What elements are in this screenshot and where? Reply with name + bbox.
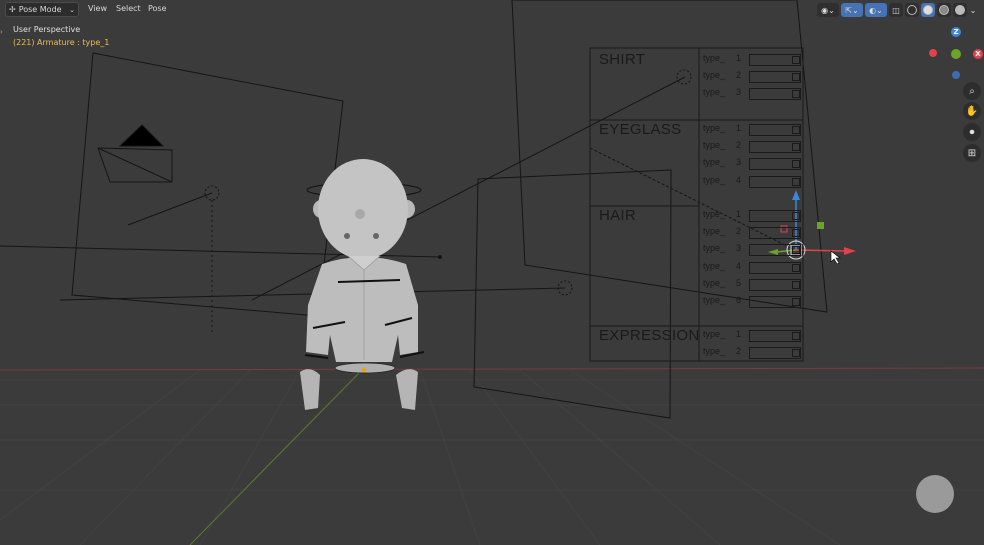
type-toggle[interactable] <box>792 160 800 169</box>
type-number: 3 <box>736 157 742 168</box>
grid-icon[interactable]: ⊞ <box>963 144 981 162</box>
type-label: type_ <box>703 70 726 81</box>
type-toggle[interactable] <box>792 126 800 134</box>
type-number: 2 <box>736 226 742 237</box>
type-toggle[interactable] <box>792 56 800 64</box>
menu-select[interactable]: Select <box>116 4 141 13</box>
type-label: type_ <box>703 87 726 98</box>
3d-viewport[interactable]: SHIRT EYEGLASS HAIR EXPRESSION type_ 1 typ… <box>0 0 984 545</box>
type-number: 6 <box>736 295 742 305</box>
xray-icon[interactable]: ◫ <box>889 3 903 17</box>
type-number: 1 <box>736 329 742 339</box>
section-label-shirt: SHIRT <box>599 51 646 68</box>
gizmo-y-axis[interactable] <box>951 49 961 59</box>
zoom-icon[interactable]: ⌕ <box>963 82 981 100</box>
type-toggle[interactable] <box>792 280 800 289</box>
hand-icon[interactable]: ✋ <box>963 102 981 120</box>
pose-mode-icon: ✢ <box>9 5 16 14</box>
type-toggle[interactable] <box>792 90 800 99</box>
gizmo-z-axis[interactable]: Z <box>951 27 961 37</box>
mode-dropdown[interactable]: ✢ Pose Mode ⌄ <box>5 2 79 17</box>
type-label: type_ <box>703 157 726 168</box>
type-label: type_ <box>703 53 726 63</box>
menu-pose[interactable]: Pose <box>148 4 167 13</box>
type-number: 2 <box>736 70 742 81</box>
type-toggle[interactable] <box>792 212 800 220</box>
type-toggle[interactable] <box>792 73 800 82</box>
sidebar-expand-icon[interactable]: › <box>0 28 3 36</box>
type-label: type_ <box>703 243 726 254</box>
type-label: type_ <box>703 226 726 237</box>
type-label: type_ <box>703 174 726 185</box>
type-number: 4 <box>736 260 742 271</box>
type-toggle[interactable] <box>792 332 800 340</box>
gizmo-neg-z-axis[interactable] <box>952 71 960 79</box>
chevron-down-icon: ⌄ <box>69 5 75 14</box>
view-name: User Perspective <box>13 25 81 34</box>
type-number: 4 <box>736 174 742 185</box>
type-label: type_ <box>703 209 726 219</box>
camera-icon[interactable]: ⏺ <box>963 123 981 141</box>
type-toggle[interactable] <box>792 349 800 358</box>
type-number: 3 <box>736 243 742 254</box>
gizmo-x-axis[interactable]: X <box>973 49 983 59</box>
type-number: 2 <box>736 140 742 151</box>
overlay-icon[interactable]: ◐⌄ <box>865 3 887 17</box>
type-label: type_ <box>703 140 726 151</box>
gizmo-icon[interactable]: ⇱⌄ <box>841 3 863 17</box>
type-number: 1 <box>736 123 742 133</box>
shading-rendered-icon[interactable] <box>953 3 967 17</box>
shading-material-icon[interactable] <box>937 3 951 17</box>
mode-label: Pose Mode <box>18 5 62 14</box>
type-number: 1 <box>736 53 742 63</box>
viewport-toggles: ◉⌄ ⇱⌄ ◐⌄ ◫ ⌄ <box>817 3 977 17</box>
type-toggle[interactable] <box>792 177 800 186</box>
type-number: 3 <box>736 87 742 98</box>
gizmo-neg-x-axis[interactable] <box>929 49 937 57</box>
section-label-eyeglass: EYEGLASS <box>599 121 682 138</box>
type-label: type_ <box>703 295 726 305</box>
type-toggle[interactable] <box>792 246 800 255</box>
floating-touch-button[interactable] <box>916 475 954 513</box>
selector-panel-frame <box>589 47 804 362</box>
viewport-header: ✢ Pose Mode ⌄ View Select Pose ◉⌄ ⇱⌄ ◐⌄ … <box>0 0 984 20</box>
type-label: type_ <box>703 346 726 357</box>
type-label: type_ <box>703 260 726 271</box>
type-label: type_ <box>703 123 726 133</box>
visibility-icon[interactable]: ◉⌄ <box>817 3 839 17</box>
section-label-hair: HAIR <box>599 207 637 224</box>
type-toggle[interactable] <box>792 229 800 238</box>
section-label-expression: EXPRESSION <box>599 327 700 344</box>
menu-view[interactable]: View <box>88 4 107 13</box>
object-info: (221) Armature : type_1 <box>13 38 110 47</box>
type-toggle[interactable] <box>792 143 800 152</box>
type-number: 5 <box>736 277 742 288</box>
type-label: type_ <box>703 329 726 339</box>
shading-options-icon[interactable]: ⌄ <box>969 3 977 17</box>
type-number: 2 <box>736 346 742 357</box>
shading-wireframe-icon[interactable] <box>905 3 919 17</box>
type-toggle[interactable] <box>792 263 800 272</box>
type-toggle[interactable] <box>792 298 800 306</box>
shading-solid-icon[interactable] <box>921 3 935 17</box>
type-label: type_ <box>703 277 726 288</box>
type-number: 1 <box>736 209 742 219</box>
